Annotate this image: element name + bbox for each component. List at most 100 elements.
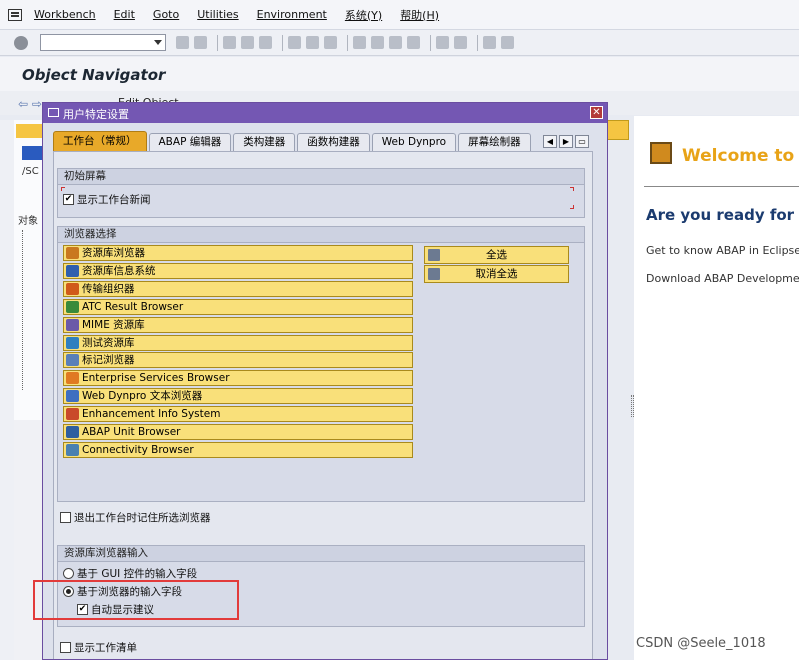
- browser-button[interactable]: ATC Result Browser: [63, 298, 413, 315]
- show-worklist-label: 显示工作清单: [74, 642, 137, 654]
- print-icon[interactable]: [288, 36, 301, 49]
- browser-button[interactable]: 资源库信息系统: [63, 262, 413, 279]
- welcome-line-2: Download ABAP Development: [646, 272, 799, 285]
- tab-class-builder[interactable]: 类构建器: [233, 133, 296, 151]
- enter-icon[interactable]: [14, 35, 28, 50]
- group-header: 浏览器选择: [58, 227, 584, 243]
- standard-toolbar: [0, 30, 799, 56]
- browser-label: Enhancement Info System: [82, 408, 221, 421]
- browser-button[interactable]: MIME 资源库: [63, 316, 413, 333]
- watermark: CSDN @Seele_1018: [636, 636, 766, 651]
- tab-navigation: ◀ ▶ ▭: [543, 135, 591, 148]
- repository-browser-tab[interactable]: [16, 124, 42, 138]
- tab-screen-painter[interactable]: 屏幕绘制器: [458, 133, 531, 151]
- pane-header-bar: [607, 120, 629, 140]
- initial-screen-group: 初始屏幕 ✔ 显示工作台新闻: [57, 168, 585, 218]
- find-icon[interactable]: [306, 36, 319, 49]
- tab-workbench-general[interactable]: 工作台（常规）: [53, 131, 147, 151]
- object-type-field[interactable]: [22, 146, 44, 160]
- browser-icon: [66, 443, 79, 456]
- browser-icon: [66, 247, 79, 259]
- browser-icon: [66, 282, 79, 295]
- new-session-icon[interactable]: [436, 36, 449, 49]
- radio-gui-input[interactable]: [63, 568, 74, 579]
- next-page-icon[interactable]: [389, 36, 402, 49]
- tab-scroll-left-icon[interactable]: ◀: [543, 135, 557, 148]
- menu-workbench[interactable]: Workbench: [34, 8, 96, 21]
- lower-pane: [14, 420, 44, 660]
- menu-help[interactable]: 帮助(H): [400, 7, 439, 23]
- user-settings-dialog: 用户特定设置 ✕ 工作台（常规） ABAP 编辑器 类构建器 函数构建器 Web…: [42, 102, 608, 660]
- help-icon[interactable]: [483, 36, 496, 49]
- chevron-down-icon[interactable]: [154, 40, 162, 45]
- browser-button[interactable]: ABAP Unit Browser: [63, 424, 413, 440]
- browser-label: MIME 资源库: [82, 318, 145, 331]
- menu-goto[interactable]: Goto: [153, 8, 179, 21]
- first-page-icon[interactable]: [353, 36, 366, 49]
- browser-button[interactable]: Enhancement Info System: [63, 406, 413, 423]
- tab-scroll-right-icon[interactable]: ▶: [559, 135, 573, 148]
- browser-label: 测试资源库: [82, 336, 135, 349]
- show-news-checkbox[interactable]: ✔: [63, 194, 74, 205]
- browser-label: 标记浏览器: [82, 354, 135, 367]
- abap-logo-icon: [650, 142, 672, 164]
- welcome-title: Welcome to t: [682, 146, 799, 166]
- tab-abap-editor[interactable]: ABAP 编辑器: [148, 133, 232, 151]
- tab-list-icon[interactable]: ▭: [575, 135, 589, 148]
- cancel-icon[interactable]: [241, 36, 254, 49]
- toolbar-divider: [282, 34, 283, 51]
- tab-strip: 工作台（常规） ABAP 编辑器 类构建器 函数构建器 Web Dynpro 屏…: [53, 131, 537, 151]
- save-icon[interactable]: [194, 36, 207, 49]
- focus-corner: [61, 187, 65, 191]
- exit-icon[interactable]: [223, 36, 236, 49]
- toolbar-divider: [477, 34, 478, 51]
- browser-icon: [66, 390, 79, 403]
- close-icon[interactable]: ✕: [590, 106, 603, 119]
- menu-environment[interactable]: Environment: [257, 8, 327, 21]
- stop-icon[interactable]: [259, 36, 272, 49]
- menu-utilities[interactable]: Utilities: [197, 8, 238, 21]
- command-field[interactable]: [40, 34, 166, 51]
- browser-label: 资源库信息系统: [82, 264, 156, 277]
- back-icon[interactable]: [176, 36, 189, 49]
- deselect-all-button[interactable]: 取消全选: [424, 265, 569, 283]
- browser-icon: [66, 408, 79, 421]
- browser-button[interactable]: Web Dynpro 文本浏览器: [63, 388, 413, 405]
- tab-web-dynpro[interactable]: Web Dynpro: [371, 133, 457, 151]
- menu-system[interactable]: 系统(Y): [345, 7, 382, 23]
- system-menu-icon[interactable]: [8, 8, 22, 21]
- object-tree[interactable]: [22, 230, 40, 390]
- browser-button[interactable]: 测试资源库: [63, 334, 413, 351]
- tab-function-builder[interactable]: 函数构建器: [297, 133, 370, 151]
- prev-page-icon[interactable]: [371, 36, 384, 49]
- dialog-title-bar[interactable]: 用户特定设置 ✕: [43, 103, 607, 123]
- back-forward-arrows-icon[interactable]: ⇦ ⇨: [18, 97, 42, 111]
- browser-button[interactable]: 传输组织器: [63, 280, 413, 297]
- browser-label: ABAP Unit Browser: [82, 426, 181, 438]
- select-all-button[interactable]: 全选: [424, 246, 569, 264]
- shortcut-icon[interactable]: [454, 36, 467, 49]
- menu-edit[interactable]: Edit: [114, 8, 135, 21]
- remember-browsers-checkbox[interactable]: [60, 512, 71, 523]
- browser-button[interactable]: Connectivity Browser: [63, 441, 413, 458]
- left-margin: [0, 120, 14, 660]
- browser-button[interactable]: 标记浏览器: [63, 352, 413, 369]
- menu-bar: Workbench Edit Goto Utilities Environmen…: [0, 0, 799, 30]
- show-worklist-checkbox[interactable]: [60, 642, 71, 653]
- welcome-line-1: Get to know ABAP in Eclipse-C: [646, 244, 799, 257]
- highlight-annotation: [33, 580, 239, 620]
- browser-button[interactable]: Enterprise Services Browser: [63, 370, 413, 387]
- title-bar: Object Navigator: [0, 57, 799, 91]
- layout-icon[interactable]: [501, 36, 514, 49]
- focus-corner: [570, 187, 574, 191]
- deselect-all-label: 取消全选: [475, 268, 518, 280]
- toolbar-divider: [217, 34, 218, 51]
- object-name-field[interactable]: /SC: [22, 166, 39, 177]
- last-page-icon[interactable]: [407, 36, 420, 49]
- browser-button[interactable]: 资源库浏览器: [63, 245, 413, 261]
- welcome-heading: Are you ready for th: [646, 206, 799, 224]
- browser-selection-group: 浏览器选择 资源库浏览器资源库信息系统传输组织器 ATC Result Brows…: [57, 226, 585, 502]
- browser-icon: [66, 354, 79, 367]
- remember-browsers-label: 退出工作台时记住所选浏览器: [74, 512, 211, 524]
- find-next-icon[interactable]: [324, 36, 337, 49]
